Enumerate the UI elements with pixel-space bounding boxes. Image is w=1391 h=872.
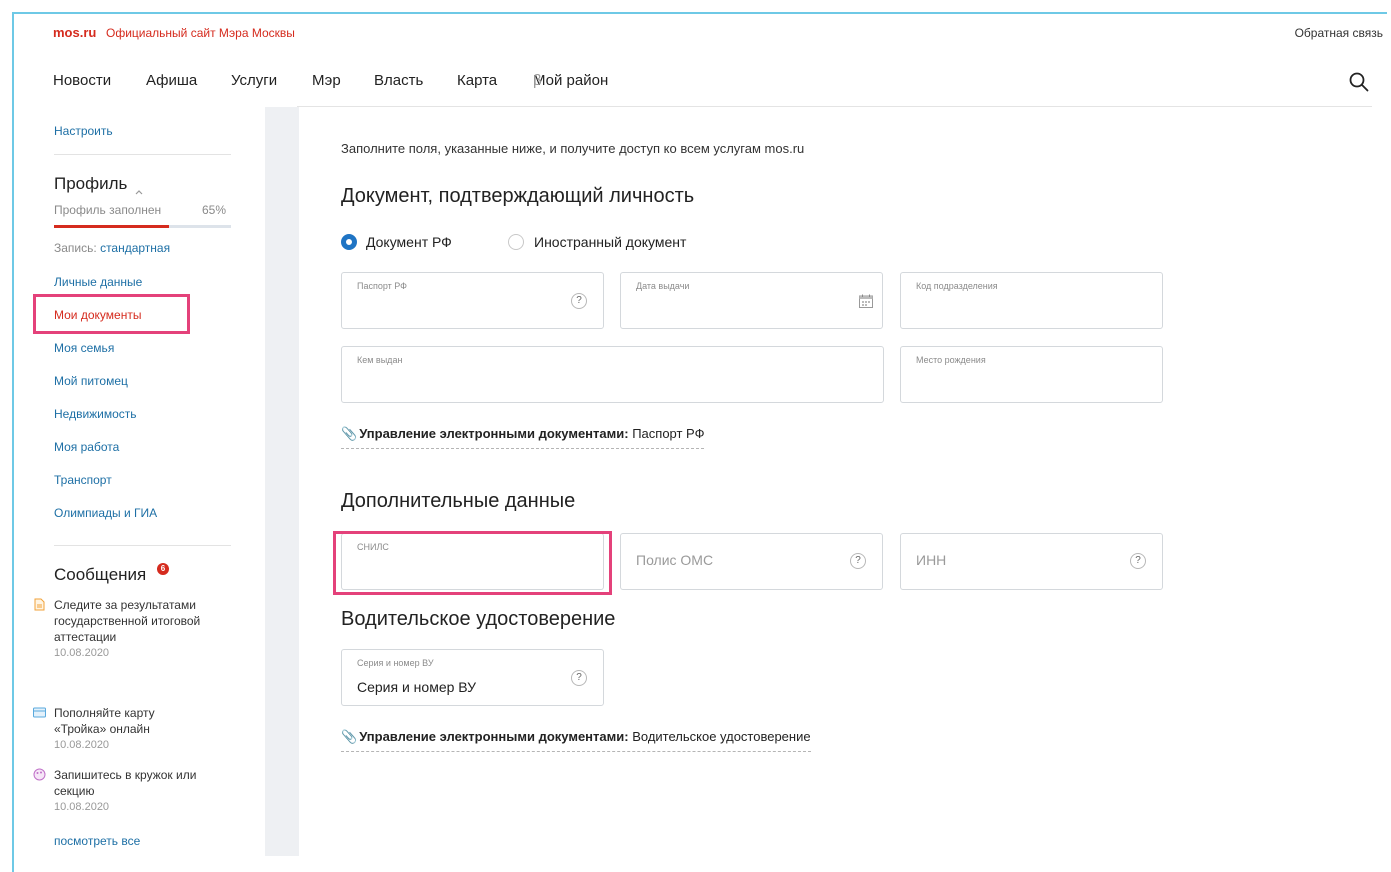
edocs-passport-name: Паспорт РФ: [632, 426, 705, 441]
account-label: Запись:: [54, 241, 97, 255]
account-type: Запись: стандартная: [54, 241, 170, 255]
passport-label: Паспорт РФ: [357, 281, 408, 291]
sidebar-gutter: [265, 107, 299, 856]
chevron-up-icon: [135, 181, 143, 194]
license-field[interactable]: Серия и номер ВУ Серия и номер ВУ ?: [341, 649, 604, 706]
birthplace-field[interactable]: Место рождения: [900, 346, 1163, 403]
issue-date-label: Дата выдачи: [636, 281, 690, 291]
profile-progress-bar: [54, 225, 231, 228]
sidebar-item-my-family[interactable]: Моя семья: [54, 341, 114, 355]
issued-by-field[interactable]: Кем выдан: [341, 346, 884, 403]
edocs-license-link[interactable]: 📎 Управление электронными документами: Во…: [341, 729, 811, 752]
palette-icon: [33, 768, 46, 781]
edocs-prefix: Управление электронными документами:: [359, 426, 629, 441]
edocs-prefix: Управление электронными документами:: [359, 729, 629, 744]
message-item[interactable]: Следите за результатами государственной …: [54, 597, 204, 661]
message-date: 10.08.2020: [54, 801, 110, 813]
profile-filled-label: Профиль заполнен: [54, 203, 162, 217]
radio-foreign-doc[interactable]: [508, 234, 524, 250]
nav-item-afisha[interactable]: Афиша: [146, 72, 197, 89]
top-bar: mos.ru Официальный сайт Мэра Москвы Обра…: [53, 22, 1383, 42]
message-date: 10.08.2020: [54, 647, 110, 659]
snils-highlight: [333, 531, 612, 595]
message-item[interactable]: Запишитесь в кружок или секцию 10.08.202…: [54, 767, 204, 815]
help-icon[interactable]: ?: [571, 293, 587, 309]
issued-by-label: Кем выдан: [357, 355, 403, 365]
sidebar-item-olympiads[interactable]: Олимпиады и ГИА: [54, 506, 157, 520]
passport-field[interactable]: Паспорт РФ ?: [341, 272, 604, 329]
dept-code-label: Код подразделения: [916, 281, 998, 291]
profile-title-text: Профиль: [54, 174, 128, 193]
calendar-icon[interactable]: [858, 293, 874, 309]
messages-title[interactable]: Сообщения: [54, 565, 146, 585]
nav-item-government[interactable]: Власть: [374, 72, 423, 89]
birthplace-label: Место рождения: [916, 355, 986, 365]
search-icon[interactable]: [1349, 72, 1369, 92]
profile-title[interactable]: Профиль: [54, 174, 143, 194]
main-content: Заполните поля, указанные ниже, и получи…: [299, 107, 1387, 856]
view-all-messages-link[interactable]: посмотреть все: [54, 834, 140, 848]
radio-doc-rf-label[interactable]: Документ РФ: [366, 234, 452, 250]
message-text: Следите за результатами государственной …: [54, 598, 201, 644]
sidebar-item-personal-data[interactable]: Личные данные: [54, 275, 142, 289]
paperclip-icon: 📎: [341, 426, 358, 441]
sidebar-item-my-work[interactable]: Моя работа: [54, 440, 119, 454]
paperclip-icon: 📎: [341, 729, 358, 744]
edocs-license-name: Водительское удостоверение: [632, 729, 811, 744]
sidebar-item-transport[interactable]: Транспорт: [54, 473, 112, 487]
intro-text: Заполните поля, указанные ниже, и получи…: [341, 141, 805, 156]
identity-section-title: Документ, подтверждающий личность: [341, 185, 695, 207]
edocs-passport-link[interactable]: 📎 Управление электронными документами: Па…: [341, 426, 705, 449]
issue-date-field[interactable]: Дата выдачи: [620, 272, 883, 329]
help-icon[interactable]: ?: [571, 670, 587, 686]
brand-logo[interactable]: mos.ru: [53, 25, 96, 40]
beta-mark: β: [533, 72, 542, 89]
brand-subtitle[interactable]: Официальный сайт Мэра Москвы: [106, 26, 295, 40]
radio-foreign-doc-label[interactable]: Иностранный документ: [534, 234, 686, 250]
profile-filled-percent: 65%: [202, 203, 227, 217]
dept-code-field[interactable]: Код подразделения: [900, 272, 1163, 329]
nav-item-mayor[interactable]: Мэр: [312, 72, 341, 89]
messages-badge: 6: [157, 563, 169, 575]
message-text: Запишитесь в кружок или секцию: [54, 768, 197, 798]
message-date: 10.08.2020: [54, 739, 110, 751]
sidebar-divider: [54, 545, 231, 546]
inn-placeholder: ИНН: [916, 552, 947, 568]
message-text: Пополняйте карту «Тройка» онлайн: [54, 706, 155, 736]
inn-field[interactable]: ИНН ?: [900, 533, 1163, 590]
account-type-link[interactable]: стандартная: [100, 241, 170, 255]
extra-section-title: Дополнительные данные: [341, 490, 576, 512]
nav-item-map[interactable]: Карта: [457, 72, 497, 89]
sidebar: Настроить Профиль Профиль заполнен 65% З…: [0, 107, 265, 856]
message-item[interactable]: Пополняйте карту «Тройка» онлайн 10.08.2…: [54, 705, 204, 753]
radio-doc-rf[interactable]: [341, 234, 357, 250]
sidebar-divider: [54, 154, 231, 155]
sidebar-item-my-pet[interactable]: Мой питомец: [54, 374, 128, 388]
sidebar-item-real-estate[interactable]: Недвижимость: [54, 407, 137, 421]
document-icon: [34, 598, 45, 611]
nav-item-services[interactable]: Услуги: [231, 72, 277, 89]
customize-link[interactable]: Настроить: [54, 124, 113, 138]
license-value: Серия и номер ВУ: [357, 679, 477, 695]
card-icon: [33, 707, 46, 718]
active-item-highlight: [33, 294, 190, 334]
help-icon[interactable]: ?: [1130, 553, 1146, 569]
help-icon[interactable]: ?: [850, 553, 866, 569]
nav-my-district-label: Мой район: [533, 72, 609, 89]
feedback-link[interactable]: Обратная связь: [1295, 26, 1383, 40]
nav-item-news[interactable]: Новости: [53, 72, 111, 89]
oms-field[interactable]: Полис ОМС ?: [620, 533, 883, 590]
license-label: Серия и номер ВУ: [357, 658, 434, 668]
oms-placeholder: Полис ОМС: [636, 552, 714, 568]
license-section-title: Водительское удостоверение: [341, 608, 616, 630]
profile-progress-fill: [54, 225, 170, 228]
